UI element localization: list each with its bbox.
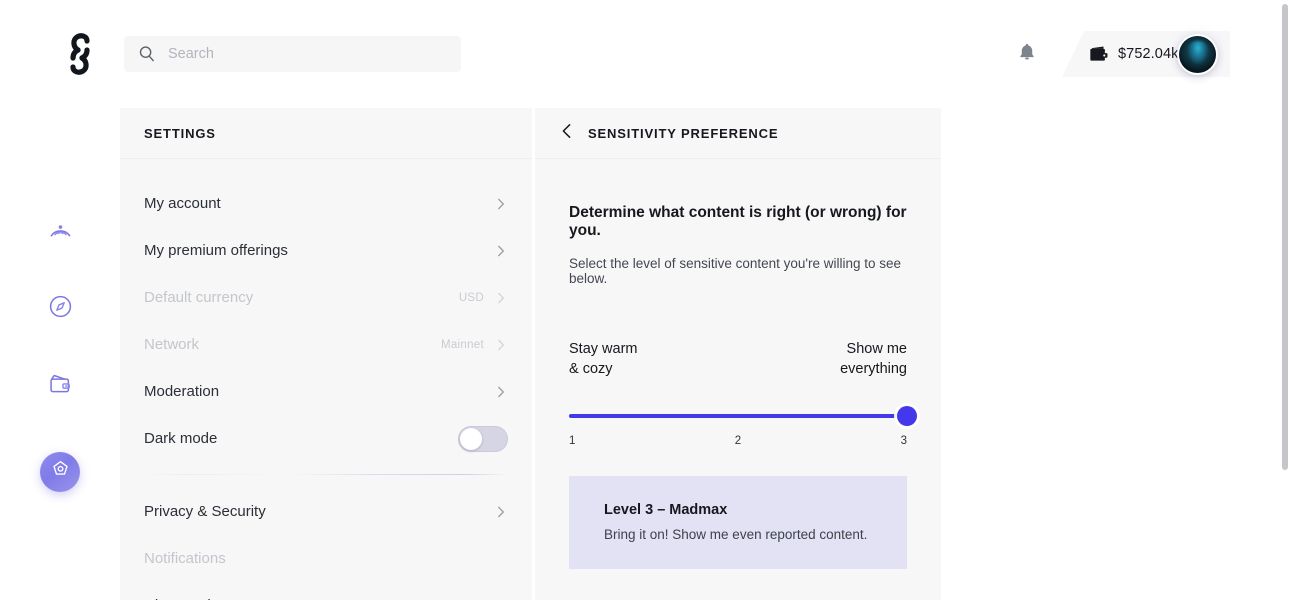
slider-tick-labels: 1 2 3 [569, 435, 907, 450]
slider-min-label: Stay warm & cozy [569, 339, 638, 379]
settings-row-right [494, 368, 508, 415]
avatar-figure [1187, 41, 1209, 65]
settings-row-label: Default currency [144, 289, 253, 306]
settings-list: My account My premium offerings Default … [120, 159, 532, 600]
toggle-knob [460, 428, 482, 450]
sensitivity-slider-block: Stay warm & cozy Show me everything 1 2 3 [569, 339, 907, 450]
top-header: $752.04k [0, 0, 1295, 108]
level-title: Level 3 – Madmax [604, 502, 907, 518]
detail-subheading: Select the level of sensitive content yo… [569, 256, 907, 286]
settings-row-network[interactable]: Network Mainnet [144, 321, 508, 368]
left-nav-rail [0, 108, 120, 600]
settings-row-right [458, 415, 508, 462]
detail-panel-title: SENSITIVITY PREFERENCE [588, 126, 778, 141]
settings-row-label: Notifications [144, 550, 226, 567]
settings-row-right [494, 227, 508, 274]
settings-row-my-account[interactable]: My account [144, 180, 508, 227]
detail-heading: Determine what content is right (or wron… [569, 204, 907, 240]
broadcast-icon [48, 216, 73, 246]
settings-row-notifications[interactable]: Notifications [144, 535, 508, 582]
settings-row-label: Dark mode [144, 430, 217, 447]
settings-row-default-currency[interactable]: Default currency USD [144, 274, 508, 321]
slider-track-fill [569, 414, 907, 418]
settings-row-my-premium-offerings[interactable]: My premium offerings [144, 227, 508, 274]
settings-row-label: Moderation [144, 383, 219, 400]
level-description: Bring it on! Show me even reported conte… [604, 527, 907, 542]
detail-panel-header: SENSITIVITY PREFERENCE [535, 108, 941, 159]
search-bar[interactable] [124, 36, 461, 72]
page-scrollbar-track[interactable] [1284, 0, 1292, 600]
chevron-right-icon [494, 385, 508, 399]
chevron-left-icon [558, 122, 576, 145]
settings-row-right: Mainnet [441, 321, 508, 368]
slider-thumb[interactable] [897, 406, 917, 426]
settings-row-dark-mode[interactable]: Dark mode [144, 415, 508, 462]
chevron-right-icon [494, 505, 508, 519]
slider-tick: 2 [735, 435, 741, 447]
page-title: SETTINGS [144, 126, 216, 141]
dark-mode-toggle[interactable] [458, 426, 508, 452]
settings-row-privacy-security[interactable]: Privacy & Security [144, 488, 508, 535]
settings-row-clear-cache[interactable]: Clear cache [144, 582, 508, 600]
chevron-right-icon [494, 197, 508, 211]
search-icon [138, 45, 156, 63]
sidebar-item-wallet[interactable] [40, 367, 80, 407]
slider-end-labels: Stay warm & cozy Show me everything [569, 339, 907, 379]
settings-gear-icon [50, 459, 71, 485]
settings-panel-header: SETTINGS [120, 108, 532, 159]
settings-row-right [494, 180, 508, 227]
settings-row-value: USD [459, 292, 484, 304]
settings-row-label: My premium offerings [144, 242, 288, 259]
detail-panel-body: Determine what content is right (or wron… [535, 204, 941, 600]
bell-icon [1016, 41, 1038, 68]
search-input[interactable] [168, 46, 428, 62]
spinamp-logo[interactable] [62, 32, 98, 76]
sensitivity-preference-panel: SENSITIVITY PREFERENCE Determine what co… [535, 108, 941, 600]
chevron-right-icon [494, 244, 508, 258]
settings-row-moderation[interactable]: Moderation [144, 368, 508, 415]
settings-row-label: My account [144, 195, 221, 212]
wallet-amount: $752.04k [1118, 46, 1178, 62]
sidebar-item-broadcast[interactable] [40, 211, 80, 251]
list-divider [144, 474, 508, 475]
app-root: $752.04k [0, 0, 1295, 600]
sidebar-item-discover[interactable] [40, 289, 80, 329]
slider-tick: 3 [901, 435, 907, 447]
wallet-icon [1090, 46, 1109, 63]
chevron-right-icon [494, 338, 508, 352]
settings-row-right: USD [459, 274, 508, 321]
slider-max-label-line1: Show me [840, 339, 907, 359]
slider-max-label-line2: everything [840, 359, 907, 379]
slider-tick: 1 [569, 435, 575, 447]
sensitivity-slider[interactable] [569, 408, 907, 426]
slider-max-label: Show me everything [840, 339, 907, 379]
notifications-bell-button[interactable] [1013, 40, 1041, 68]
wallet-icon [48, 372, 73, 402]
settings-row-value: Mainnet [441, 339, 484, 351]
settings-row-label: Privacy & Security [144, 503, 266, 520]
settings-panel: SETTINGS My account My premium offerings [120, 108, 532, 600]
page-scrollbar-thumb[interactable] [1282, 4, 1288, 470]
avatar[interactable] [1179, 36, 1216, 73]
slider-min-label-line1: Stay warm [569, 339, 638, 359]
compass-icon [48, 294, 73, 324]
sidebar-item-settings[interactable] [40, 452, 80, 492]
back-button[interactable] [556, 122, 578, 144]
chevron-right-icon [494, 291, 508, 305]
slider-min-label-line2: & cozy [569, 359, 638, 379]
level-description-card: Level 3 – Madmax Bring it on! Show me ev… [569, 476, 907, 569]
settings-row-right [494, 488, 508, 535]
settings-row-label: Network [144, 336, 199, 353]
